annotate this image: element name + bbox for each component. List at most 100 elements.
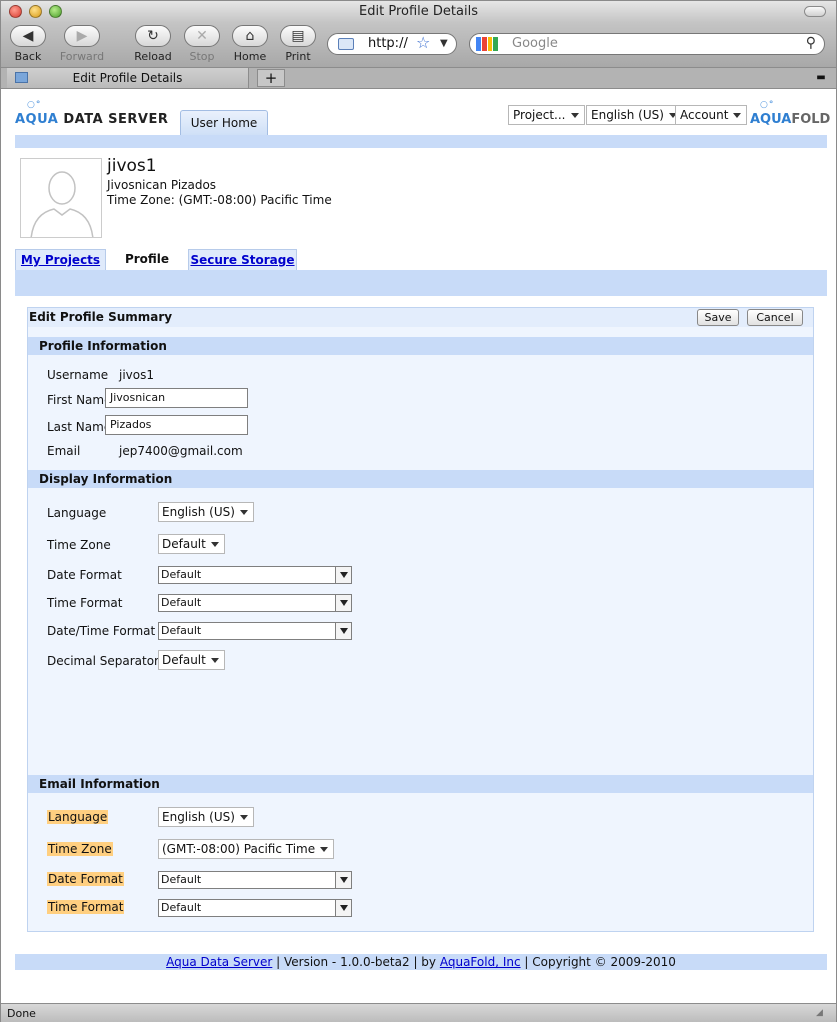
back-button[interactable]: ◀ Back xyxy=(9,25,47,63)
first-name-label: First Name xyxy=(47,393,112,407)
address-bar[interactable]: http:// ☆ ▼ xyxy=(327,33,457,55)
display-time-format-label: Time Format xyxy=(47,596,123,610)
address-dropdown-icon[interactable]: ▼ xyxy=(440,34,448,54)
profile-username: jivos1 xyxy=(107,156,157,176)
close-window-icon[interactable] xyxy=(9,5,22,18)
print-button[interactable]: ▤ Print xyxy=(279,25,317,63)
email-label: Email xyxy=(47,444,81,458)
stop-icon: ✕ xyxy=(184,25,220,47)
display-decimal-separator-label: Decimal Separator xyxy=(47,654,159,668)
language-menu[interactable]: English (US) xyxy=(586,105,683,125)
display-date-format-select[interactable]: Default xyxy=(158,566,352,584)
resize-grip-icon[interactable]: ◢ xyxy=(816,1007,828,1019)
email-date-format-select[interactable]: Default xyxy=(158,871,352,889)
display-time-zone-label: Time Zone xyxy=(47,538,111,552)
tab-menu-icon[interactable]: ▬ xyxy=(812,70,830,86)
bookmark-star-icon[interactable]: ☆ xyxy=(416,34,430,53)
edit-profile-panel: Edit Profile Summary Save Cancel Profile… xyxy=(27,307,814,932)
new-tab-button[interactable]: + xyxy=(257,69,285,87)
display-datetime-format-label: Date/Time Format xyxy=(47,624,156,638)
tab-profile[interactable]: Profile xyxy=(115,249,179,271)
email-time-format-label: Time Format xyxy=(47,900,125,914)
browser-tab-bar: Edit Profile Details + ▬ xyxy=(1,67,836,89)
browser-window: Edit Profile Details ◀ Back ▶ Forward ↻ … xyxy=(0,0,837,1022)
project-menu[interactable]: Project... xyxy=(508,105,585,125)
page-icon xyxy=(338,38,354,50)
display-time-format-select[interactable]: Default xyxy=(158,594,352,612)
profile-information-heading: Profile Information xyxy=(28,337,813,355)
display-datetime-format-select[interactable]: Default xyxy=(158,622,352,640)
aqua-data-server-link[interactable]: Aqua Data Server xyxy=(166,955,272,969)
display-language-label: Language xyxy=(47,506,107,520)
first-name-field[interactable]: Jivosnican xyxy=(105,388,248,408)
save-button[interactable]: Save xyxy=(697,309,739,326)
home-button[interactable]: ⌂ Home xyxy=(231,25,269,63)
browser-tab-active[interactable]: Edit Profile Details xyxy=(7,68,249,88)
email-time-zone-label: Time Zone xyxy=(47,842,113,856)
reload-button[interactable]: ↻ Reload xyxy=(133,25,173,63)
dropdown-arrow-icon[interactable] xyxy=(335,623,351,639)
browser-toolbar: ◀ Back ▶ Forward ↻ Reload ✕ Stop ⌂ Home … xyxy=(1,23,836,67)
profile-full-name: Jivosnican Pizados xyxy=(107,178,217,192)
back-arrow-icon: ◀ xyxy=(10,25,46,47)
search-icon[interactable]: ⚲ xyxy=(806,34,816,53)
page-content: ○° AQUA DATA SERVER User Home Project...… xyxy=(1,90,836,1003)
home-icon: ⌂ xyxy=(232,25,268,47)
forward-button[interactable]: ▶ Forward xyxy=(59,25,105,63)
email-time-format-select[interactable]: Default xyxy=(158,899,352,917)
email-information-heading: Email Information xyxy=(28,775,813,793)
dropdown-arrow-icon[interactable] xyxy=(335,872,351,888)
folder-icon xyxy=(15,72,28,83)
dropdown-arrow-icon[interactable] xyxy=(335,567,351,583)
reload-icon: ↻ xyxy=(135,25,171,47)
logo-dots-icon: ○° xyxy=(27,100,42,110)
browser-tab-label: Edit Profile Details xyxy=(72,71,183,85)
window-controls xyxy=(9,5,62,18)
tab-my-projects[interactable]: My Projects xyxy=(15,249,106,271)
footer-copyright: | Copyright © 2009-2010 xyxy=(520,955,676,969)
footer-version: | Version - 1.0.0-beta2 | by xyxy=(272,955,440,969)
tab-secure-storage[interactable]: Secure Storage xyxy=(188,249,297,271)
user-silhouette-icon xyxy=(30,171,94,237)
zoom-window-icon[interactable] xyxy=(49,5,62,18)
last-name-field[interactable]: Pizados xyxy=(105,415,248,435)
window-titlebar: Edit Profile Details xyxy=(1,1,836,23)
display-time-zone-select[interactable]: Default xyxy=(158,534,225,554)
account-menu[interactable]: Account xyxy=(675,105,748,125)
status-bar: Done ◢ xyxy=(1,1003,836,1022)
avatar xyxy=(20,158,102,238)
username-label: Username xyxy=(47,368,109,382)
display-information-heading: Display Information xyxy=(28,470,813,488)
email-date-format-label: Date Format xyxy=(47,872,124,886)
display-decimal-separator-select[interactable]: Default xyxy=(158,650,225,670)
email-value: jep7400@gmail.com xyxy=(119,444,243,458)
dropdown-arrow-icon[interactable] xyxy=(335,900,351,916)
email-time-zone-select[interactable]: (GMT:-08:00) Pacific Time xyxy=(158,839,335,859)
panel-title: Edit Profile Summary xyxy=(28,308,813,327)
aqua-data-server-logo: ○° AQUA DATA SERVER xyxy=(15,100,169,127)
google-icon[interactable] xyxy=(476,37,498,51)
window-title: Edit Profile Details xyxy=(359,4,478,19)
email-language-label: Language xyxy=(47,810,109,824)
toolbar-toggle-icon[interactable] xyxy=(804,6,826,17)
aquafold-link[interactable]: AquaFold, Inc xyxy=(440,955,521,969)
display-language-select[interactable]: English (US) xyxy=(158,502,254,522)
profile-time-zone: Time Zone: (GMT:-08:00) Pacific Time xyxy=(107,193,332,207)
print-icon: ▤ xyxy=(280,25,316,47)
username-value: jivos1 xyxy=(119,368,154,382)
search-field[interactable]: Google ⚲ xyxy=(469,33,825,55)
minimize-window-icon[interactable] xyxy=(29,5,42,18)
forward-arrow-icon: ▶ xyxy=(64,25,100,47)
tab-content-strip xyxy=(15,270,827,296)
address-text: http:// xyxy=(368,36,408,51)
dropdown-arrow-icon[interactable] xyxy=(335,595,351,611)
status-text: Done xyxy=(7,1007,36,1020)
email-language-select[interactable]: English (US) xyxy=(158,807,254,827)
tab-user-home[interactable]: User Home xyxy=(180,110,268,135)
display-date-format-label: Date Format xyxy=(47,568,122,582)
cancel-button[interactable]: Cancel xyxy=(747,309,803,326)
search-placeholder: Google xyxy=(512,36,558,51)
logo-dots-icon: ○° xyxy=(760,100,775,110)
last-name-label: Last Name xyxy=(47,420,112,434)
stop-button[interactable]: ✕ Stop xyxy=(183,25,221,63)
